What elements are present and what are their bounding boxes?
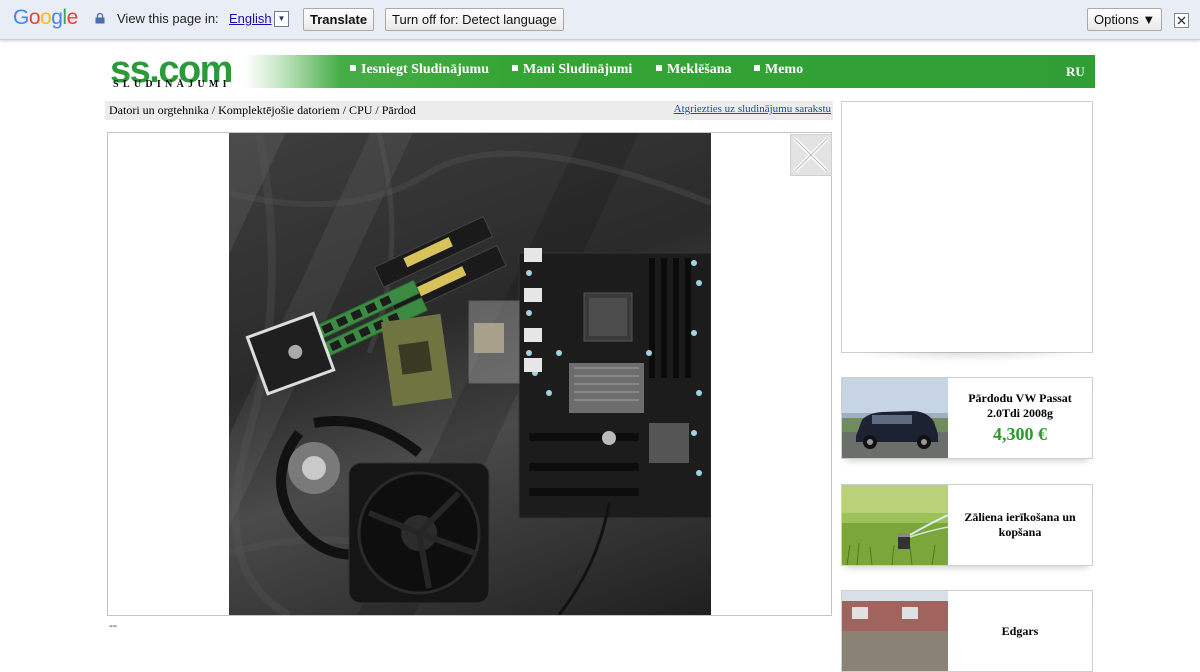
nav-search[interactable]: Meklēšana [656,62,732,78]
motherboard-photo-illustration [229,133,711,615]
nav-memo[interactable]: Memo [754,62,803,78]
ad-title[interactable]: Zāliena ierīkošana un kopšana [948,510,1092,540]
photo-pager: -- [109,618,117,632]
options-button[interactable]: Options ▼ [1087,8,1163,31]
close-icon [1177,16,1186,25]
house-photo [842,591,948,671]
advertisement-box [841,101,1093,353]
google-logo-letter: g [51,6,63,29]
photo-viewer [107,132,832,616]
google-logo-letter: o [40,6,52,29]
listing-photo[interactable] [229,133,711,615]
nav-label: Iesniegt Sludinājumu [361,62,489,77]
nav-my-ads[interactable]: Mani Sludinājumi [512,62,632,78]
language-switch-ru[interactable]: RU [1066,64,1085,80]
google-logo-letter: G [13,6,29,29]
bullet-icon [754,65,760,71]
back-to-list-link[interactable]: Atgriezties uz sludinājumu sarakstu [674,100,831,119]
lawn-sprinkler-photo [842,485,948,565]
ad-title[interactable]: Edgars [998,624,1043,639]
ad-shadow [845,352,1087,362]
google-logo: Google [13,6,78,30]
sidebar-ad-card[interactable]: Pārdodu VW Passat 2.0Tdi 2008g 4,300 € [841,377,1093,459]
language-link[interactable]: English [229,11,272,26]
site-logo-subtitle: SLUDINĀJUMI [113,79,231,90]
turn-off-button[interactable]: Turn off for: Detect language [385,8,564,31]
site-header: ss.com SLUDINĀJUMI Iesniegt Sludinājumu … [105,49,1095,91]
close-photo-button[interactable] [790,134,832,176]
bullet-icon [512,65,518,71]
breadcrumb: Datori un orgtehnika / Komplektējošie da… [105,101,833,120]
sidebar-ad-card[interactable]: Edgars [841,590,1093,672]
nav-label: Meklēšana [667,62,732,77]
sidebar-ad-card[interactable]: Zāliena ierīkošana un kopšana [841,484,1093,566]
nav-label: Mani Sludinājumi [523,62,633,77]
close-icon [793,137,829,173]
translate-button[interactable]: Translate [303,8,375,31]
nav-submit-ad[interactable]: Iesniegt Sludinājumu [350,62,489,78]
nav-label: Memo [765,62,804,77]
language-dropdown-icon[interactable]: ▼ [274,11,289,27]
ad-title[interactable]: Pārdodu VW Passat 2.0Tdi 2008g [948,391,1092,421]
view-page-label: View this page in: [117,11,219,26]
car-photo [842,378,948,458]
close-translate-bar-button[interactable] [1174,13,1189,28]
translate-bar: Google View this page in: English ▼ Tran… [0,0,1200,40]
bullet-icon [656,65,662,71]
lock-icon [95,13,105,24]
bullet-icon [350,65,356,71]
ad-price: 4,300 € [993,424,1047,444]
google-logo-letter: o [28,6,41,29]
google-logo-letter: e [66,6,79,29]
breadcrumb-path[interactable]: Datori un orgtehnika / Komplektējošie da… [109,101,416,120]
